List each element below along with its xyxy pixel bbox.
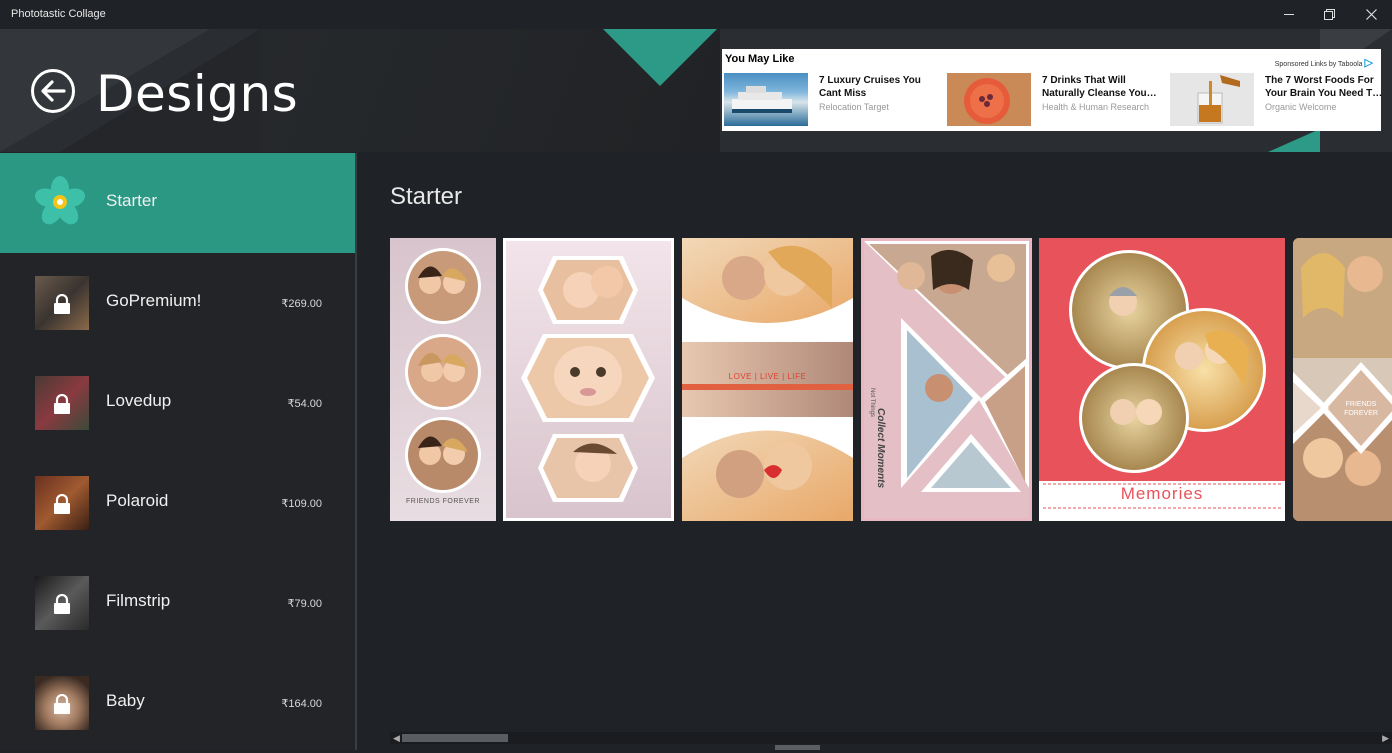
- close-button[interactable]: [1349, 0, 1392, 29]
- lock-icon: [54, 394, 70, 414]
- ad-item[interactable]: 7 Drinks That Will Naturally Cleanse You…: [947, 73, 1169, 127]
- close-icon: [1365, 9, 1377, 20]
- scrollbar-thumb[interactable]: [402, 734, 508, 742]
- ad-source: Organic Welcome: [1265, 102, 1337, 112]
- minimize-button[interactable]: [1267, 0, 1311, 29]
- sidebar-item-label: Polaroid: [106, 491, 169, 510]
- ad-thumbnail-drink: [947, 73, 1031, 126]
- template-caption: FRIENDS FOREVER: [405, 498, 480, 505]
- ad-thumbnail-whiskey: [1170, 73, 1254, 126]
- sidebar-item-baby[interactable]: Baby ₹164.00: [0, 653, 355, 753]
- restore-button[interactable]: [1307, 0, 1351, 29]
- price-label: ₹79.00: [287, 598, 322, 610]
- ad-sponsor-label[interactable]: Sponsored Links by Taboola ▷: [1275, 56, 1373, 69]
- ad-thumbnail-cruise: [724, 73, 808, 126]
- sidebar-item-lovedup[interactable]: Lovedup ₹54.00: [0, 353, 355, 453]
- lock-icon: [54, 694, 70, 714]
- sidebar-item-starter[interactable]: Starter: [0, 153, 355, 253]
- minimize-icon: [1284, 14, 1294, 15]
- template-collect-moments[interactable]: Collect Moments Not Things: [861, 238, 1032, 521]
- template-subcaption: Not Things: [869, 388, 875, 417]
- horizontal-scrollbar[interactable]: ◀ ▶: [390, 732, 1392, 744]
- sidebar-item-label: Starter: [106, 191, 158, 210]
- section-title: Starter: [390, 183, 463, 210]
- lock-icon: [54, 594, 70, 614]
- ad-item[interactable]: 7 Luxury Cruises You Cant Miss Relocatio…: [724, 73, 946, 127]
- decorative-teal-triangle-small: [1268, 129, 1320, 152]
- category-sidebar: Starter GoPremium! ₹269.00 Lovedup ₹54.0…: [0, 153, 355, 750]
- title-bar: Phototastic Collage: [0, 0, 1392, 29]
- price-label: ₹269.00: [281, 298, 322, 310]
- ad-source: Health & Human Research: [1042, 102, 1150, 112]
- scroll-right-icon[interactable]: ▶: [1382, 733, 1389, 744]
- lock-icon: [54, 294, 70, 314]
- price-label: ₹164.00: [281, 698, 322, 710]
- ad-headline: 7 Luxury Cruises You Cant Miss: [819, 75, 921, 99]
- scroll-left-icon[interactable]: ◀: [393, 733, 400, 744]
- app-title: Phototastic Collage: [11, 8, 106, 20]
- template-memories-circles[interactable]: Memories: [1039, 238, 1285, 521]
- template-caption: LOVE | LIVE | LIFE: [728, 372, 807, 381]
- sponsored-ad-panel[interactable]: You May Like Sponsored Links by Taboola …: [722, 49, 1382, 131]
- sidebar-item-label: GoPremium!: [106, 291, 202, 310]
- decorative-teal-triangle: [603, 29, 717, 86]
- back-arrow-icon: [41, 80, 66, 102]
- template-caption: Memories: [1120, 484, 1204, 503]
- sidebar-item-label: Filmstrip: [106, 591, 171, 610]
- flower-icon: [34, 176, 86, 225]
- price-label: ₹109.00: [281, 498, 322, 510]
- page-scroll-indicator: [775, 745, 820, 750]
- sidebar-item-label: Baby: [106, 691, 145, 710]
- template-friends-forever-circles[interactable]: FRIENDS FOREVER: [390, 238, 496, 521]
- template-caption: FRIENDS FOREVER: [1344, 401, 1378, 417]
- template-love-live-life[interactable]: LOVE | LIVE | LIFE: [682, 238, 853, 521]
- template-caption: Collect Moments: [875, 408, 886, 489]
- template-friends-forever-diamond[interactable]: FRIENDS FOREVER: [1293, 238, 1392, 521]
- ad-headline: 7 Drinks That Will Naturally Cleanse You…: [1042, 75, 1157, 99]
- sidebar-item-label: Lovedup: [106, 391, 172, 410]
- ad-item[interactable]: The 7 Worst Foods For Your Brain You Nee…: [1170, 73, 1392, 127]
- sidebar-item-polaroid[interactable]: Polaroid ₹109.00: [0, 453, 355, 553]
- price-label: ₹54.00: [287, 398, 322, 410]
- ad-headline: The 7 Worst Foods For Your Brain You Nee…: [1265, 75, 1383, 99]
- restore-icon: [1323, 9, 1335, 20]
- ad-title: You May Like: [725, 53, 795, 65]
- ad-source: Relocation Target: [819, 102, 889, 112]
- sidebar-item-filmstrip[interactable]: Filmstrip ₹79.00: [0, 553, 355, 653]
- sidebar-item-gopremium[interactable]: GoPremium! ₹269.00: [0, 253, 355, 353]
- lock-icon: [54, 494, 70, 514]
- back-button[interactable]: [31, 69, 75, 113]
- template-baby-hexagons[interactable]: [503, 238, 674, 521]
- taboola-icon: ▷: [1364, 57, 1373, 69]
- page-title: Designs: [96, 65, 299, 123]
